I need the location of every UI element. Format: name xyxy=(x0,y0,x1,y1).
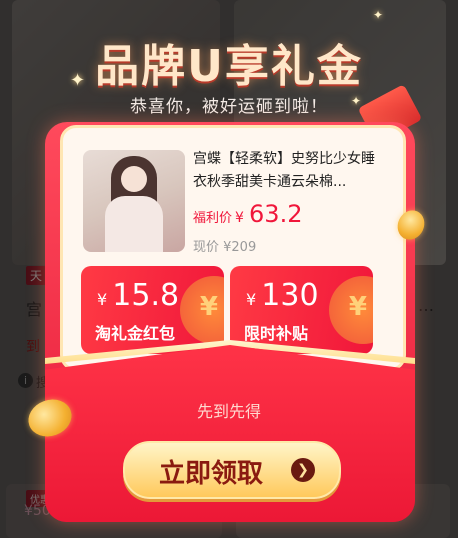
coupon-card-subsidy[interactable]: ¥ ¥ 130 限时补贴 xyxy=(230,266,373,354)
coupon-letter: 宫蝶【轻柔软】史努比少女睡衣秋季甜美卡通云朵棉... 福利价 ¥ 63.2 现价 … xyxy=(60,125,406,371)
promo-title: 品牌U享礼金 xyxy=(95,41,363,92)
coupon-label: 淘礼金红包 xyxy=(95,324,176,343)
coupon-label: 限时补贴 xyxy=(244,324,309,343)
claim-now-button[interactable]: 立即领取 ❯ xyxy=(123,441,341,499)
price-value: 63.2 xyxy=(249,200,303,228)
price-currency: ¥ xyxy=(235,210,244,226)
yen-coin-icon: ¥ xyxy=(348,292,367,322)
coupon-currency: ¥ xyxy=(246,290,257,309)
yen-coin-icon: ¥ xyxy=(199,292,218,322)
price-label: 福利价 xyxy=(193,211,233,226)
coupon-amount-value: 130 xyxy=(261,278,319,313)
sparkle-icon: ✦ xyxy=(373,8,384,22)
product-image-face xyxy=(121,166,147,192)
product-image-outfit xyxy=(105,196,163,252)
coupon-amount: ¥ 15.8 xyxy=(97,278,179,313)
coupon-amount: ¥ 130 xyxy=(246,278,319,313)
coupon-card-red-packet[interactable]: ¥ ¥ 15.8 淘礼金红包 xyxy=(81,266,224,354)
product-image[interactable] xyxy=(83,150,185,252)
price-row: 福利价 ¥ 63.2 xyxy=(193,200,302,228)
coupon-amount-value: 15.8 xyxy=(112,278,180,313)
product-title[interactable]: 宫蝶【轻柔软】史努比少女睡衣秋季甜美卡通云朵棉... xyxy=(193,148,385,194)
claim-now-label: 立即领取 xyxy=(159,459,264,489)
coupon-currency: ¥ xyxy=(97,290,108,309)
arrow-right-icon: ❯ xyxy=(291,458,315,482)
original-price: 现价 ¥209 xyxy=(193,240,257,255)
